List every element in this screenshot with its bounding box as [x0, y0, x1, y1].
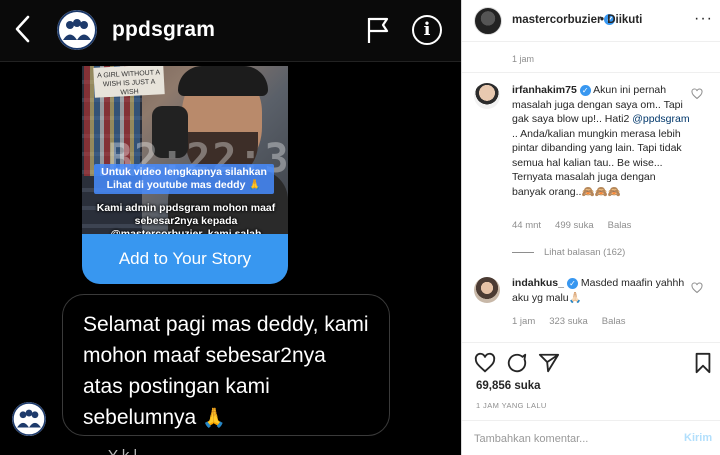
sender-avatar[interactable] [12, 402, 46, 436]
post-header: mastercorbuzier ✓ • Diikuti ··· [462, 0, 720, 42]
bookmark-icon[interactable] [692, 352, 714, 374]
follow-status[interactable]: • Diikuti [600, 14, 642, 26]
comment-time: 1 jam [512, 316, 536, 327]
story-photo: A GIRL WITHOUT A WISH IS JUST A WISH B2:… [82, 66, 288, 253]
like-comment-heart-icon[interactable] [691, 282, 703, 294]
posted-time: 1 JAM YANG LALU [476, 401, 547, 410]
more-options-icon[interactable]: ··· [694, 10, 713, 28]
mention-link[interactable]: @ppdsgram [632, 113, 689, 125]
comment-item: irfanhakim75 ✓ Akun ini pernah masalah ju… [512, 83, 692, 199]
commenter-avatar[interactable] [474, 277, 500, 303]
view-replies-label[interactable]: Lihat balasan (162) [544, 247, 625, 258]
verified-badge-icon: ✓ [566, 277, 578, 289]
author-username-text[interactable]: mastercorbuzier [512, 14, 601, 26]
comment-text-cont: .. Anda/kalian mungkin merasa lebih pint… [512, 127, 682, 198]
comment-meta: 44 mnt 499 suka Balas [512, 220, 645, 231]
comment-icon[interactable] [506, 352, 528, 374]
cut-off-message: Y k l [108, 447, 137, 455]
shared-story[interactable]: A GIRL WITHOUT A WISH IS JUST A WISH B2:… [82, 66, 288, 284]
instagram-post-panel: mastercorbuzier ✓ • Diikuti ··· 1 jam irf… [461, 0, 720, 455]
like-count[interactable]: 69,856 suka [476, 380, 541, 392]
dm-screenshot: ppdsgram i A GIRL WITHOUT A WISH IS JUST… [0, 0, 461, 455]
view-replies[interactable]: Lihat balasan (162) [512, 247, 625, 258]
add-to-story-button[interactable]: Add to Your Story [82, 234, 288, 284]
author-avatar[interactable] [474, 7, 502, 35]
comment-likes[interactable]: 499 suka [555, 220, 594, 231]
comment-input[interactable] [474, 428, 674, 450]
comment-meta: 1 jam 323 suka Balas [512, 316, 640, 327]
ppdsgram-avatar[interactable] [57, 10, 97, 50]
flag-icon[interactable] [366, 16, 390, 44]
comment-time: 44 mnt [512, 220, 542, 231]
ppdsgram-logo-icon [57, 10, 97, 50]
message-bubble: Selamat pagi mas deddy, kami mohon maaf … [62, 294, 390, 436]
like-comment-heart-icon[interactable] [691, 88, 703, 100]
dm-header: ppdsgram i [0, 0, 461, 62]
dm-title[interactable]: ppdsgram [112, 18, 215, 42]
heart-icon[interactable] [474, 352, 496, 374]
reply-link[interactable]: Balas [608, 220, 632, 231]
comment-likes[interactable]: 323 suka [549, 316, 588, 327]
story-caption-top: Untuk video lengkapnya silahkan Lihat di… [94, 164, 274, 194]
comment-item: indahkus_ ✓ Masded maafin yahhh aku yg ma… [512, 276, 692, 305]
comment-username[interactable]: indahkus_ [512, 277, 564, 289]
send-comment-button[interactable]: Kirim [684, 432, 712, 444]
share-icon[interactable] [538, 352, 560, 374]
info-icon[interactable]: i [412, 15, 442, 45]
reply-link[interactable]: Balas [602, 316, 626, 327]
ppdsgram-logo-icon [12, 402, 46, 436]
caption-time: 1 jam [512, 54, 535, 64]
comment-username[interactable]: irfanhakim75 [512, 84, 577, 96]
verified-badge-icon: ✓ [579, 84, 591, 96]
back-arrow-icon[interactable] [14, 14, 32, 44]
poster-text: A GIRL WITHOUT A WISH IS JUST A WISH [93, 66, 165, 98]
commenter-avatar[interactable] [474, 83, 500, 109]
praying-hands-icon: 🙏 [202, 408, 226, 429]
